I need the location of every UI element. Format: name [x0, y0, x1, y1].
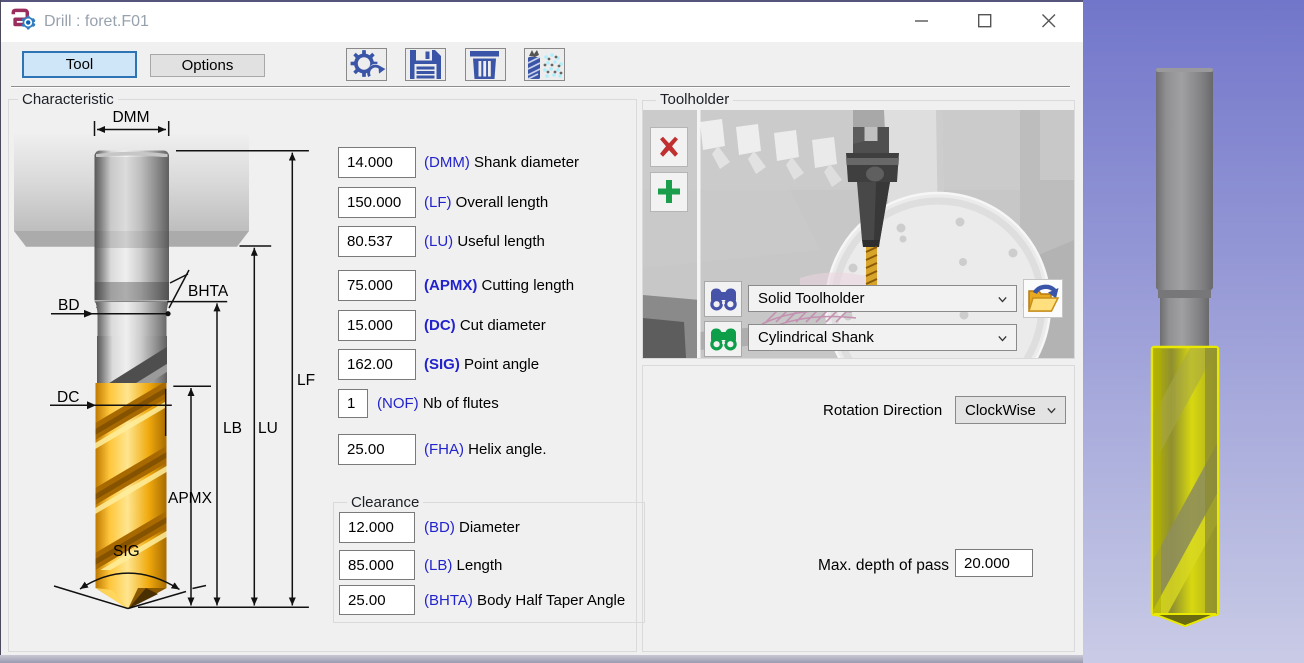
svg-text:LB: LB — [223, 420, 242, 437]
svg-text:BD: BD — [58, 297, 80, 314]
svg-text:SIG: SIG — [113, 543, 140, 560]
svg-text:APMX: APMX — [168, 490, 213, 507]
svg-text:LF: LF — [297, 372, 315, 389]
svg-text:DMM: DMM — [112, 109, 149, 126]
svg-text:LU: LU — [258, 420, 278, 437]
svg-text:BHTA: BHTA — [188, 283, 229, 300]
svg-text:DC: DC — [57, 389, 79, 406]
